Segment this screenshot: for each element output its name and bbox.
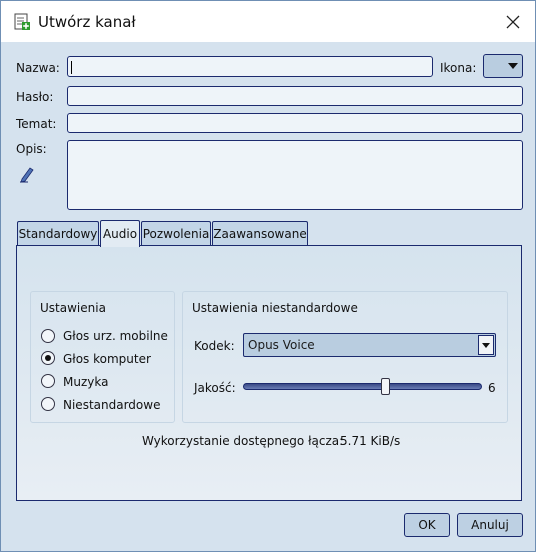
topic-field[interactable]	[67, 113, 523, 133]
cancel-button[interactable]: Anuluj	[457, 513, 523, 537]
custom-settings-title: Ustawienia niestandardowe	[192, 301, 358, 315]
tab-audio[interactable]: Audio	[100, 220, 140, 247]
title-bar: Utwórz kanał	[1, 1, 535, 42]
close-button[interactable]	[491, 1, 535, 42]
preset-music-label[interactable]: Muzyka	[63, 375, 108, 389]
description-field[interactable]	[67, 140, 523, 210]
preset-computer-label[interactable]: Głos komputer	[63, 352, 151, 366]
codec-value: Opus Voice	[248, 338, 315, 352]
quality-label: Jakość:	[194, 381, 236, 395]
presets-title: Ustawienia	[40, 301, 106, 315]
preset-mobile-radio[interactable]	[41, 329, 55, 343]
name-label: Nazwa:	[16, 61, 60, 75]
channel-edit-icon	[13, 13, 31, 31]
icon-label: Ikona:	[440, 61, 477, 75]
codec-label: Kodek:	[194, 339, 235, 353]
preset-computer-radio[interactable]	[41, 351, 55, 365]
preset-mobile-label[interactable]: Głos urz. mobilne	[63, 329, 168, 343]
pencil-icon[interactable]	[18, 165, 36, 183]
bandwidth-value: 5.71 KiB/s	[340, 434, 401, 448]
preset-music-radio[interactable]	[41, 374, 55, 388]
quality-slider[interactable]	[243, 383, 482, 390]
window-title: Utwórz kanał	[38, 13, 136, 31]
preset-custom-radio[interactable]	[41, 397, 55, 411]
password-label: Hasło:	[16, 90, 54, 104]
icon-picker-button[interactable]	[483, 54, 523, 78]
tab-pozwolenia[interactable]: Pozwolenia	[141, 221, 211, 245]
quality-value: 6	[488, 381, 496, 395]
description-label: Opis:	[16, 142, 47, 156]
preset-custom-label[interactable]: Niestandardowe	[63, 398, 160, 412]
codec-select[interactable]: Opus Voice	[243, 333, 496, 357]
chevron-down-icon	[508, 63, 518, 69]
create-channel-dialog: Utwórz kanał Nazwa: Ikona: Hasło: Temat:…	[0, 0, 536, 552]
tab-standardowy[interactable]: Standardowy	[17, 221, 99, 245]
close-icon	[506, 15, 520, 28]
bandwidth-label: Wykorzystanie dostępnego łącza:	[142, 434, 344, 448]
tab-zaawansowane[interactable]: Zaawansowane	[212, 221, 308, 245]
password-field[interactable]	[67, 86, 523, 106]
quality-slider-thumb[interactable]	[381, 378, 390, 395]
ok-button[interactable]: OK	[404, 513, 450, 537]
name-field[interactable]	[67, 56, 433, 77]
text-caret	[71, 61, 72, 74]
chevron-down-icon	[478, 335, 494, 355]
topic-label: Temat:	[16, 117, 57, 131]
